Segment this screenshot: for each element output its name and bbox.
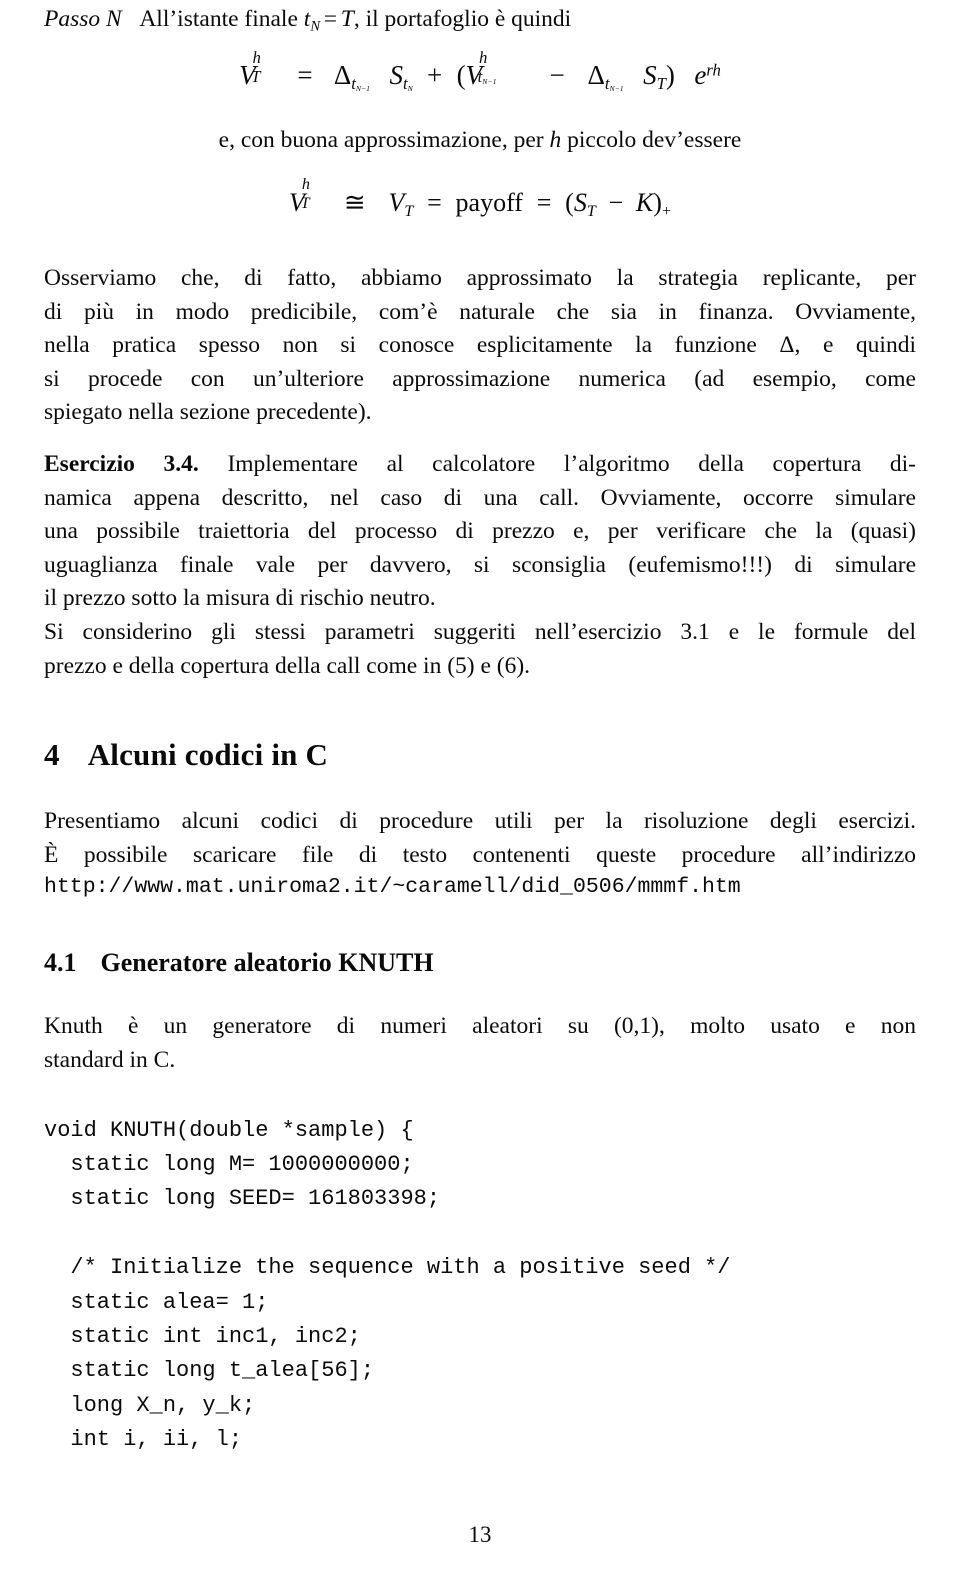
paragraph-presentiamo: Presentiamo alcuni codici di procedure u… — [44, 805, 916, 872]
formula-portfolio-final: V h T = ΔtN−1 StN + ( V h tN−1 − ΔtN−1 S… — [239, 47, 721, 94]
esercizio-label: Esercizio 3.4. — [44, 450, 199, 477]
paragraph-osserviamo: Osserviamo che, di fatto, abbiamo appros… — [44, 262, 916, 430]
code-block-knuth: void KNUTH(double *sample) { static long… — [44, 1114, 916, 1458]
code-line: void KNUTH(double *sample) { — [44, 1117, 414, 1143]
text-line: uguaglianza finale vale per davvero, si … — [44, 551, 916, 578]
code-line: long X_n, y_k; — [44, 1392, 256, 1418]
esercizio-first-line: Esercizio 3.4. Implementare al calcolato… — [44, 448, 916, 482]
text-line: È possibile scaricare file di testo cont… — [44, 841, 916, 868]
interline-sentence: e, con buona approssimazione, per h picc… — [44, 127, 916, 154]
download-url[interactable]: http://www.mat.uniroma2.it/~caramell/did… — [44, 872, 916, 902]
text-line: il prezzo sotto la misura di rischio neu… — [44, 585, 436, 612]
section-heading-4: 4 Alcuni codici in C — [44, 735, 916, 775]
interline-after: piccolo dev’essere — [567, 127, 742, 153]
text-line: standard in C. — [44, 1046, 176, 1073]
code-line: static int inc1, inc2; — [44, 1323, 361, 1349]
math-e: e — [694, 60, 707, 90]
step-heading-label: Passo N — [44, 6, 122, 32]
text-line: di più in modo predicibile, com’è natura… — [44, 298, 916, 325]
interline-before: e, con buona approssimazione, per — [218, 127, 544, 153]
math-payoff: payoff — [455, 188, 523, 217]
code-line: static long M= 1000000000; — [44, 1151, 414, 1177]
step-heading-text: All’istante finale tN = T, il portafoglio … — [139, 6, 572, 35]
text-line: Presentiamo alcuni codici di procedure u… — [44, 808, 916, 835]
text-line: Knuth è un generatore di numeri aleatori… — [44, 1013, 916, 1040]
math-S-T: S — [643, 60, 657, 90]
math-h: h — [549, 127, 562, 153]
text-line: Si considerino gli stessi parametri sugg… — [44, 618, 916, 645]
esercizio-block: Esercizio 3.4. Implementare al calcolato… — [44, 448, 916, 683]
text-line: namica appena descritto, nel caso di una… — [44, 484, 916, 511]
text-line: Osserviamo che, di fatto, abbiamo appros… — [44, 265, 916, 291]
page-number: 13 — [468, 1522, 492, 1547]
text-line: spiegato nella sezione precedente). — [44, 399, 372, 426]
subsection-title: Generatore aleatorio KNUTH — [100, 948, 434, 978]
section-title: Alcuni codici in C — [87, 737, 329, 773]
step-heading: Passo N All’istante finale tN = T, il port… — [44, 4, 916, 34]
formula-payoff: V h T ≅ VT = payoff = (ST − K)+ — [288, 176, 672, 220]
code-line: static long SEED= 161803398; — [44, 1186, 441, 1212]
paragraph-knuth: Knuth è un generatore di numeri aleatori… — [44, 1010, 916, 1077]
page-content: Passo N All’istante finale tN = T, il port… — [44, 4, 916, 1458]
text-line: nella pratica spesso non si conosce espl… — [44, 332, 916, 359]
code-line: /* Initialize the sequence with a positi… — [44, 1255, 731, 1281]
math-delta-2: Δ — [587, 60, 605, 90]
math-S-1: S — [389, 60, 403, 90]
code-line: int i, ii, l; — [44, 1427, 243, 1453]
text-line: una possibile traiettoria del processo d… — [44, 518, 916, 545]
code-line: static long t_alea[56]; — [44, 1358, 375, 1384]
code-line: static alea= 1; — [44, 1289, 269, 1315]
document-page: Passo N All’istante finale tN = T, il port… — [0, 0, 960, 1571]
text-line: si procede con un’ulteriore approssimazi… — [44, 365, 916, 392]
text-line: prezzo e della copertura della call come… — [44, 652, 531, 679]
section-number: 4 — [44, 737, 60, 773]
subsection-heading-4-1: 4.1 Generatore aleatorio KNUTH — [44, 946, 916, 980]
text-line: Implementare al calcolatore l’algoritmo … — [227, 450, 916, 477]
math-delta-1: Δ — [333, 60, 352, 90]
subsection-number: 4.1 — [44, 948, 77, 978]
